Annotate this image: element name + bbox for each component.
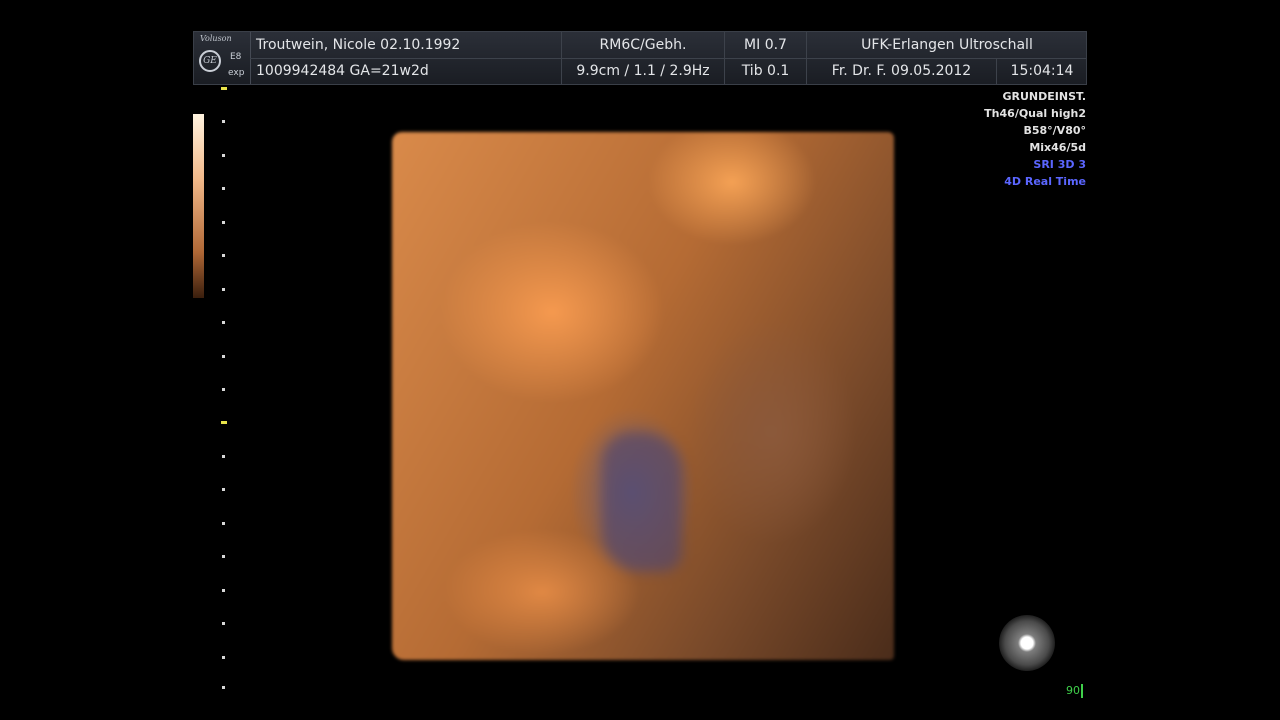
scale-tick [222,589,225,592]
settings-panel: GRUNDEINST. Th46/Qual high2 B58°/V80° Mi… [984,88,1086,190]
scale-tick [222,388,225,391]
institution-label: UFK-Erlangen Ultroschall [861,37,1033,53]
scale-tick [222,355,225,358]
rotation-badge: 90 [1066,684,1083,698]
scale-tick [222,254,225,257]
scale-marker [221,421,227,424]
depth-freq: 9.9cm / 1.1 / 2.9Hz [562,58,725,84]
probe-label: RM6C/Gebh. [562,32,725,58]
scale-tick [222,522,225,525]
scale-tick [222,154,225,157]
setting-line: B58°/V80° [1023,124,1086,137]
scale-tick [222,221,225,224]
exam-time: 15:04:14 [1010,63,1074,79]
scale-tick [222,555,225,558]
model-label: E8 [230,52,242,62]
realtime-mode: 4D Real Time [1004,175,1086,188]
setting-line: GRUNDEINST. [1002,90,1086,103]
scale-marker [221,87,227,90]
scale-tick [222,321,225,324]
setting-line: Mix46/5d [1029,141,1086,154]
scale-tick [222,656,225,659]
setting-line: Th46/Qual high2 [984,107,1086,120]
color-map-bar [193,114,204,298]
exp-label: exp [228,68,245,78]
scale-tick [222,120,225,123]
operator-date: Fr. Dr. F. 09.05.2012 [807,58,997,84]
scale-tick [222,455,225,458]
scale-tick [222,187,225,190]
patient-name: Troutwein, Nicole 02.10.1992 [250,32,562,58]
tib-value: Tib 0.1 [725,58,807,84]
scale-tick [222,288,225,291]
orientation-ball-icon[interactable] [999,615,1055,671]
patient-id-ga: 1009942484 GA=21w2d [250,58,562,84]
ge-logo-icon: GE [199,50,221,72]
header-bar: Voluson GE E8 exp Troutwein, Nicole 02.1… [193,31,1087,85]
sri-mode: SRI 3D 3 [1033,158,1086,171]
scale-tick [222,488,225,491]
ge-logo: Voluson GE E8 exp [194,32,251,84]
depth-scale [218,84,230,694]
scale-tick [222,686,225,689]
header-row-1: Troutwein, Nicole 02.10.1992 RM6C/Gebh. … [250,32,1086,59]
scale-tick [222,622,225,625]
ultrasound-3d-render[interactable] [392,132,894,660]
header-row-2: 1009942484 GA=21w2d 9.9cm / 1.1 / 2.9Hz … [250,58,1086,84]
mi-value: MI 0.7 [725,32,807,58]
brand-label: Voluson [200,34,232,43]
